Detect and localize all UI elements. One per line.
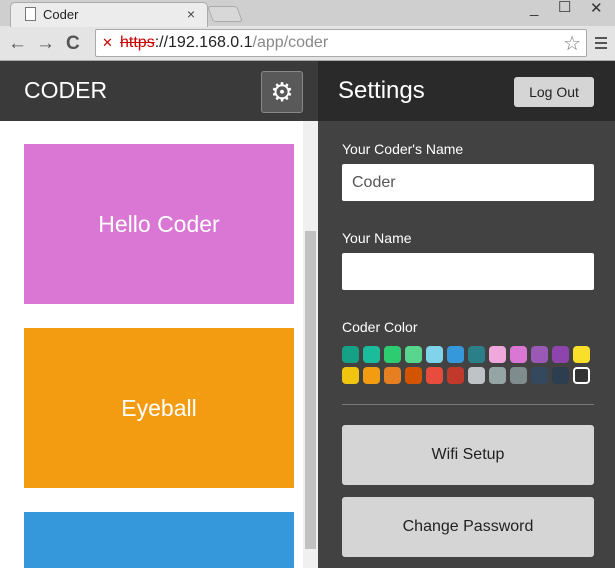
coder-panel: CODER ⚙ Hello Coder Eyeball <box>0 61 318 568</box>
color-swatch[interactable] <box>363 346 380 363</box>
app-card[interactable] <box>24 512 294 568</box>
app-card-hello-coder[interactable]: Hello Coder <box>24 144 294 304</box>
wifi-setup-button[interactable]: Wifi Setup <box>342 425 594 485</box>
color-swatch[interactable] <box>468 346 485 363</box>
tab-title: Coder <box>43 7 79 22</box>
url-text: https://192.168.0.1/app/coder <box>120 34 328 52</box>
color-swatch[interactable] <box>342 346 359 363</box>
back-button[interactable]: ← <box>8 33 27 55</box>
your-name-label: Your Name <box>342 230 412 246</box>
color-swatch[interactable] <box>489 346 506 363</box>
coder-name-input[interactable] <box>342 164 594 201</box>
your-name-input[interactable] <box>342 253 594 290</box>
close-window-button[interactable]: ✕ <box>590 0 603 17</box>
divider <box>342 404 594 405</box>
maximize-button[interactable]: ☐ <box>558 0 571 16</box>
color-swatch[interactable] <box>384 346 401 363</box>
minimize-button[interactable]: _ <box>530 0 538 17</box>
color-swatch[interactable] <box>405 346 422 363</box>
color-swatch[interactable] <box>531 346 548 363</box>
color-swatch[interactable] <box>426 346 443 363</box>
card-label: Hello Coder <box>98 210 220 237</box>
browser-tab[interactable]: Coder × <box>10 2 208 27</box>
color-swatch[interactable] <box>573 367 590 384</box>
bookmark-star-icon[interactable]: ☆ <box>563 31 581 56</box>
menu-icon[interactable] <box>595 37 607 52</box>
settings-header: Settings Log Out <box>318 61 615 121</box>
color-swatch[interactable] <box>405 367 422 384</box>
settings-gear-button[interactable]: ⚙ <box>261 71 303 113</box>
insecure-lock-icon: ✕ <box>102 35 113 50</box>
color-swatch[interactable] <box>384 367 401 384</box>
url-scheme: https <box>120 34 155 51</box>
app-title: CODER <box>24 77 108 103</box>
coder-name-label: Your Coder's Name <box>342 141 464 157</box>
address-bar[interactable]: ✕ https://192.168.0.1/app/coder ☆ <box>95 29 587 57</box>
settings-title: Settings <box>338 77 425 104</box>
change-password-button[interactable]: Change Password <box>342 497 594 557</box>
color-swatch[interactable] <box>531 367 548 384</box>
app-card-eyeball[interactable]: Eyeball <box>24 328 294 488</box>
color-swatch[interactable] <box>447 367 464 384</box>
card-label: Eyeball <box>121 394 197 421</box>
page-icon <box>25 7 36 21</box>
color-swatch[interactable] <box>342 367 359 384</box>
color-picker <box>342 346 598 384</box>
color-swatch[interactable] <box>426 367 443 384</box>
coder-header: CODER ⚙ <box>0 61 318 121</box>
color-swatch[interactable] <box>552 367 569 384</box>
log-out-button[interactable]: Log Out <box>514 77 594 107</box>
new-tab-button[interactable] <box>207 6 243 22</box>
color-swatch[interactable] <box>363 367 380 384</box>
color-swatch[interactable] <box>510 346 527 363</box>
tab-close-icon[interactable]: × <box>187 6 195 22</box>
reload-button[interactable]: C <box>66 33 80 55</box>
browser-chrome: Coder × _ ☐ ✕ ← → C ✕ https://192.168.0.… <box>0 0 615 61</box>
url-path: /app/coder <box>252 34 329 51</box>
settings-panel: Settings Log Out Your Coder's Name Your … <box>318 61 615 568</box>
tab-strip: Coder × _ ☐ ✕ <box>0 0 615 27</box>
forward-button[interactable]: → <box>36 33 55 55</box>
color-swatch[interactable] <box>447 346 464 363</box>
color-swatch[interactable] <box>573 346 590 363</box>
url-host: ://192.168.0.1 <box>154 34 253 51</box>
color-swatch[interactable] <box>552 346 569 363</box>
color-swatch[interactable] <box>510 367 527 384</box>
color-swatch[interactable] <box>489 367 506 384</box>
scrollbar-thumb[interactable] <box>305 231 316 549</box>
scrollbar[interactable] <box>303 121 318 568</box>
coder-color-label: Coder Color <box>342 319 418 335</box>
gear-icon: ⚙ <box>270 77 294 107</box>
color-swatch[interactable] <box>468 367 485 384</box>
